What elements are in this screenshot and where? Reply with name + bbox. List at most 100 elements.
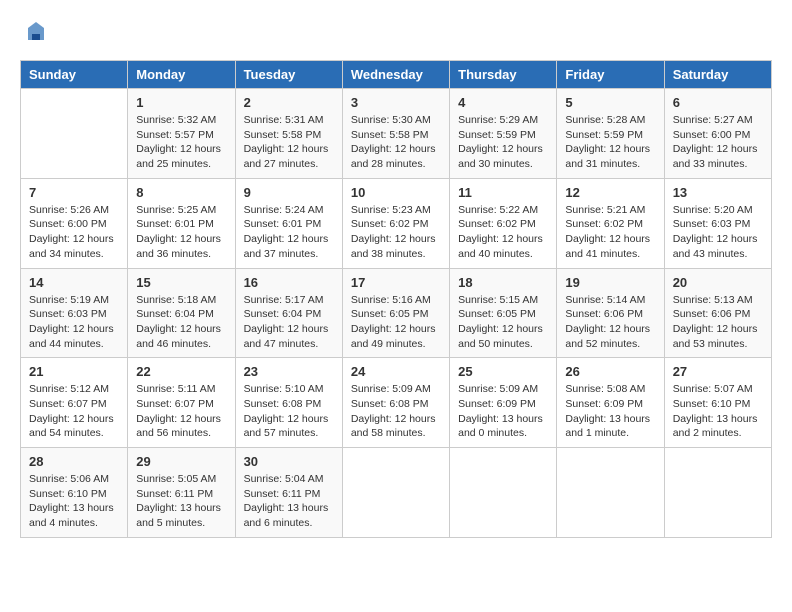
logo xyxy=(20,20,48,44)
calendar-week-row: 28 Sunrise: 5:06 AM Sunset: 6:10 PM Dayli… xyxy=(21,448,772,538)
calendar-cell: 2 Sunrise: 5:31 AM Sunset: 5:58 PM Daylig… xyxy=(235,89,342,179)
day-info: Sunrise: 5:12 AM Sunset: 6:07 PM Dayligh… xyxy=(29,382,119,441)
calendar-cell: 7 Sunrise: 5:26 AM Sunset: 6:00 PM Daylig… xyxy=(21,178,128,268)
day-info: Sunrise: 5:04 AM Sunset: 6:11 PM Dayligh… xyxy=(244,472,334,531)
day-number: 20 xyxy=(673,275,763,290)
calendar-cell: 29 Sunrise: 5:05 AM Sunset: 6:11 PM Dayli… xyxy=(128,448,235,538)
day-info: Sunrise: 5:21 AM Sunset: 6:02 PM Dayligh… xyxy=(565,203,655,262)
day-number: 1 xyxy=(136,95,226,110)
calendar-cell: 11Sunrise: 5:22 AM Sunset: 6:02 PM Dayli… xyxy=(450,178,557,268)
day-number: 15 xyxy=(136,275,226,290)
calendar-cell: 30 Sunrise: 5:04 AM Sunset: 6:11 PM Dayli… xyxy=(235,448,342,538)
day-number: 6 xyxy=(673,95,763,110)
day-info: Sunrise: 5:07 AM Sunset: 6:10 PM Dayligh… xyxy=(673,382,763,441)
calendar-cell: 19Sunrise: 5:14 AM Sunset: 6:06 PM Dayli… xyxy=(557,268,664,358)
day-number: 29 xyxy=(136,454,226,469)
calendar-cell xyxy=(342,448,449,538)
calendar-week-row: 14 Sunrise: 5:19 AM Sunset: 6:03 PM Dayli… xyxy=(21,268,772,358)
calendar-cell: 10Sunrise: 5:23 AM Sunset: 6:02 PM Dayli… xyxy=(342,178,449,268)
day-number: 3 xyxy=(351,95,441,110)
day-number: 13 xyxy=(673,185,763,200)
day-number: 18 xyxy=(458,275,548,290)
calendar-cell: 15 Sunrise: 5:18 AM Sunset: 6:04 PM Dayli… xyxy=(128,268,235,358)
day-number: 21 xyxy=(29,364,119,379)
day-number: 28 xyxy=(29,454,119,469)
day-number: 14 xyxy=(29,275,119,290)
day-number: 12 xyxy=(565,185,655,200)
calendar-cell: 13 Sunrise: 5:20 AM Sunset: 6:03 PM Dayli… xyxy=(664,178,771,268)
calendar-cell xyxy=(21,89,128,179)
calendar-cell xyxy=(557,448,664,538)
weekday-header: Sunday xyxy=(21,61,128,89)
weekday-header: Tuesday xyxy=(235,61,342,89)
calendar-table: SundayMondayTuesdayWednesdayThursdayFrid… xyxy=(20,60,772,538)
calendar-cell: 12 Sunrise: 5:21 AM Sunset: 6:02 PM Dayli… xyxy=(557,178,664,268)
day-info: Sunrise: 5:27 AM Sunset: 6:00 PM Dayligh… xyxy=(673,113,763,172)
day-number: 16 xyxy=(244,275,334,290)
day-number: 9 xyxy=(244,185,334,200)
day-number: 30 xyxy=(244,454,334,469)
day-info: Sunrise: 5:08 AM Sunset: 6:09 PM Dayligh… xyxy=(565,382,655,441)
day-info: Sunrise: 5:23 AM Sunset: 6:02 PM Dayligh… xyxy=(351,203,441,262)
day-info: Sunrise: 5:14 AM Sunset: 6:06 PM Dayligh… xyxy=(565,293,655,352)
day-info: Sunrise: 5:05 AM Sunset: 6:11 PM Dayligh… xyxy=(136,472,226,531)
day-number: 22 xyxy=(136,364,226,379)
calendar-week-row: 21 Sunrise: 5:12 AM Sunset: 6:07 PM Dayli… xyxy=(21,358,772,448)
calendar-week-row: 7 Sunrise: 5:26 AM Sunset: 6:00 PM Daylig… xyxy=(21,178,772,268)
day-number: 2 xyxy=(244,95,334,110)
calendar-cell xyxy=(450,448,557,538)
day-info: Sunrise: 5:18 AM Sunset: 6:04 PM Dayligh… xyxy=(136,293,226,352)
calendar-cell: 28 Sunrise: 5:06 AM Sunset: 6:10 PM Dayli… xyxy=(21,448,128,538)
day-number: 23 xyxy=(244,364,334,379)
weekday-header: Monday xyxy=(128,61,235,89)
day-info: Sunrise: 5:20 AM Sunset: 6:03 PM Dayligh… xyxy=(673,203,763,262)
day-info: Sunrise: 5:16 AM Sunset: 6:05 PM Dayligh… xyxy=(351,293,441,352)
day-number: 4 xyxy=(458,95,548,110)
weekday-header: Wednesday xyxy=(342,61,449,89)
day-number: 25 xyxy=(458,364,548,379)
day-info: Sunrise: 5:15 AM Sunset: 6:05 PM Dayligh… xyxy=(458,293,548,352)
day-info: Sunrise: 5:31 AM Sunset: 5:58 PM Dayligh… xyxy=(244,113,334,172)
day-info: Sunrise: 5:09 AM Sunset: 6:09 PM Dayligh… xyxy=(458,382,548,441)
calendar-cell: 14 Sunrise: 5:19 AM Sunset: 6:03 PM Dayli… xyxy=(21,268,128,358)
day-info: Sunrise: 5:09 AM Sunset: 6:08 PM Dayligh… xyxy=(351,382,441,441)
day-number: 8 xyxy=(136,185,226,200)
day-info: Sunrise: 5:25 AM Sunset: 6:01 PM Dayligh… xyxy=(136,203,226,262)
calendar-cell: 17 Sunrise: 5:16 AM Sunset: 6:05 PM Dayli… xyxy=(342,268,449,358)
calendar-cell: 18 Sunrise: 5:15 AM Sunset: 6:05 PM Dayli… xyxy=(450,268,557,358)
day-info: Sunrise: 5:17 AM Sunset: 6:04 PM Dayligh… xyxy=(244,293,334,352)
calendar-cell: 4 Sunrise: 5:29 AM Sunset: 5:59 PM Daylig… xyxy=(450,89,557,179)
day-info: Sunrise: 5:06 AM Sunset: 6:10 PM Dayligh… xyxy=(29,472,119,531)
page-header xyxy=(20,20,772,44)
calendar-cell: 22 Sunrise: 5:11 AM Sunset: 6:07 PM Dayli… xyxy=(128,358,235,448)
day-info: Sunrise: 5:26 AM Sunset: 6:00 PM Dayligh… xyxy=(29,203,119,262)
day-info: Sunrise: 5:11 AM Sunset: 6:07 PM Dayligh… xyxy=(136,382,226,441)
day-info: Sunrise: 5:30 AM Sunset: 5:58 PM Dayligh… xyxy=(351,113,441,172)
calendar-cell: 1 Sunrise: 5:32 AM Sunset: 5:57 PM Daylig… xyxy=(128,89,235,179)
calendar-cell: 25 Sunrise: 5:09 AM Sunset: 6:09 PM Dayli… xyxy=(450,358,557,448)
calendar-cell: 6 Sunrise: 5:27 AM Sunset: 6:00 PM Daylig… xyxy=(664,89,771,179)
weekday-header: Saturday xyxy=(664,61,771,89)
day-number: 26 xyxy=(565,364,655,379)
day-info: Sunrise: 5:29 AM Sunset: 5:59 PM Dayligh… xyxy=(458,113,548,172)
day-number: 5 xyxy=(565,95,655,110)
calendar-cell: 21 Sunrise: 5:12 AM Sunset: 6:07 PM Dayli… xyxy=(21,358,128,448)
calendar-cell: 3 Sunrise: 5:30 AM Sunset: 5:58 PM Daylig… xyxy=(342,89,449,179)
day-info: Sunrise: 5:28 AM Sunset: 5:59 PM Dayligh… xyxy=(565,113,655,172)
day-number: 7 xyxy=(29,185,119,200)
day-info: Sunrise: 5:32 AM Sunset: 5:57 PM Dayligh… xyxy=(136,113,226,172)
calendar-cell: 8 Sunrise: 5:25 AM Sunset: 6:01 PM Daylig… xyxy=(128,178,235,268)
day-number: 27 xyxy=(673,364,763,379)
weekday-header: Thursday xyxy=(450,61,557,89)
calendar-cell: 20Sunrise: 5:13 AM Sunset: 6:06 PM Dayli… xyxy=(664,268,771,358)
day-number: 17 xyxy=(351,275,441,290)
day-info: Sunrise: 5:19 AM Sunset: 6:03 PM Dayligh… xyxy=(29,293,119,352)
weekday-header-row: SundayMondayTuesdayWednesdayThursdayFrid… xyxy=(21,61,772,89)
calendar-cell: 16 Sunrise: 5:17 AM Sunset: 6:04 PM Dayli… xyxy=(235,268,342,358)
logo-icon xyxy=(24,20,48,44)
calendar-cell: 26 Sunrise: 5:08 AM Sunset: 6:09 PM Dayli… xyxy=(557,358,664,448)
calendar-cell: 5 Sunrise: 5:28 AM Sunset: 5:59 PM Daylig… xyxy=(557,89,664,179)
calendar-cell xyxy=(664,448,771,538)
calendar-week-row: 1 Sunrise: 5:32 AM Sunset: 5:57 PM Daylig… xyxy=(21,89,772,179)
day-info: Sunrise: 5:10 AM Sunset: 6:08 PM Dayligh… xyxy=(244,382,334,441)
